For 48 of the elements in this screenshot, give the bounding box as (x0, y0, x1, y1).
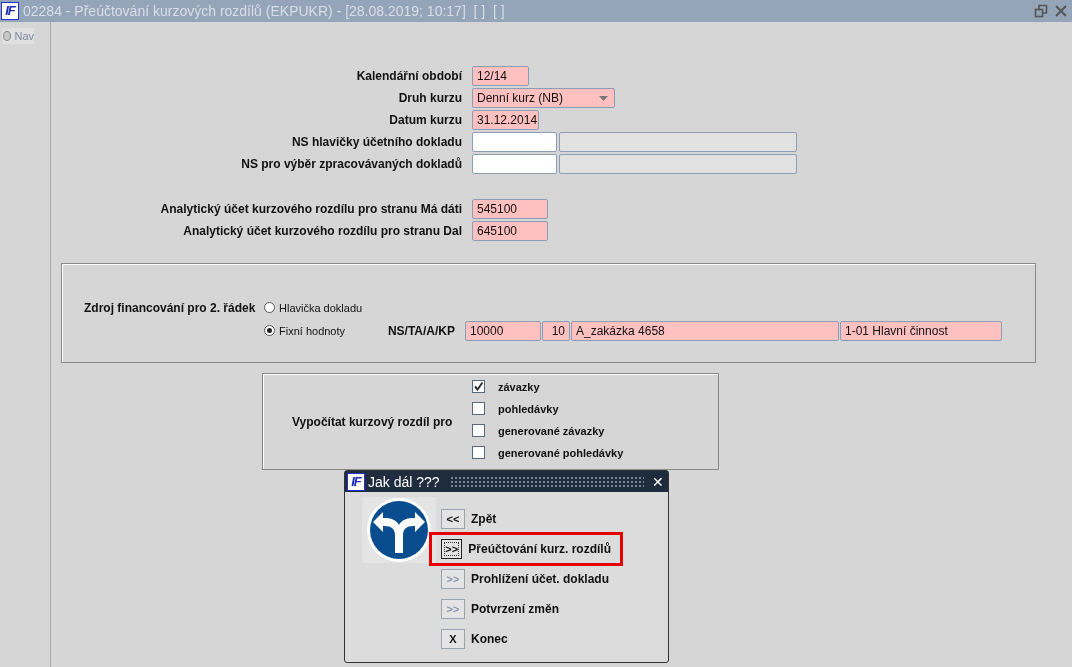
text-field[interactable]: 645100 (472, 221, 548, 241)
field-label: NS pro výběr zpracovávaných dokladů (240, 157, 462, 171)
option-label: Potvrzení změn (471, 602, 560, 616)
field-label: Analytický účet kurzového rozdílu pro stranu Dal (182, 224, 462, 238)
option-label: Zpět (471, 512, 497, 526)
section-label: Zdroj financování pro 2. řádek (84, 300, 257, 315)
field-label: Kalendářní období (355, 69, 462, 83)
text-field[interactable]: 10 (542, 320, 570, 341)
text-field[interactable]: 545100 (472, 199, 548, 219)
close-button[interactable]: ✕ (652, 473, 664, 490)
checkbox-label: závazky (498, 380, 540, 393)
input-field[interactable] (472, 132, 557, 152)
checkbox[interactable] (472, 424, 485, 437)
text-field[interactable]: 31.12.2014 (472, 110, 539, 130)
input-field[interactable] (472, 154, 557, 174)
checkbox-label: generované závazky (498, 424, 605, 437)
text-field[interactable]: 12/14 (472, 66, 529, 86)
section-label: Vypočítat kurzový rozdíl pro (292, 414, 453, 429)
option-label: Prohlížení účet. dokladu (471, 572, 610, 586)
option-label: Konec (471, 632, 508, 646)
step-button[interactable]: X (441, 629, 465, 649)
checkbox-label: pohledávky (498, 402, 559, 415)
checkbox[interactable] (472, 380, 485, 393)
caret-icon (599, 95, 608, 101)
option-label: Přeúčtování kurz. rozdílů (468, 542, 611, 556)
step-button[interactable]: >> (441, 539, 463, 559)
window-title: 02284 - Přeúčtování kurzových rozdílů (EKPUKR) - [28.08.2019; 10:17] [ ] [ ] (23, 3, 505, 19)
text-field[interactable]: 10000 (465, 320, 541, 341)
text-field[interactable]: 1-01 Hlavní činnost (840, 320, 1002, 341)
app-logo: IF (347, 472, 365, 491)
checkbox[interactable] (472, 402, 485, 415)
dialog-title: Jak dál ??? (368, 473, 440, 490)
restore-icon[interactable] (1034, 4, 1048, 18)
field-label: NS/TA/A/KP (386, 323, 456, 338)
step-button[interactable]: << (441, 509, 465, 529)
field-label: Datum kurzu (388, 113, 462, 127)
fork-arrows-sign-icon (366, 497, 432, 563)
field-label: NS hlavičky účetního dokladu (290, 135, 462, 149)
radio-option[interactable]: Fixní hodnoty (264, 324, 372, 337)
text-field[interactable]: A_zakázka 4658 (571, 320, 839, 341)
field-label: Analytický účet kurzového rozdílu pro stranu Má dáti (159, 202, 462, 216)
checkbox[interactable] (472, 446, 485, 459)
app-logo: IF (1, 2, 19, 20)
close-icon[interactable] (1054, 4, 1068, 18)
checkbox-label: generované pohledávky (498, 446, 624, 459)
dropdown-field[interactable]: Denní kurz (NB) (472, 88, 615, 108)
field-label: Druh kurzu (397, 91, 462, 105)
radio-option[interactable]: Hlavička dokladu (264, 301, 372, 314)
